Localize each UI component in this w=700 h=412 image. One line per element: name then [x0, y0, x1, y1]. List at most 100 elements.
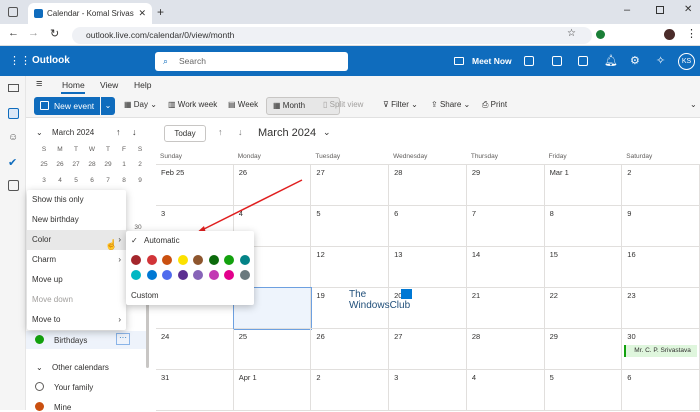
color-swatch[interactable]: [177, 255, 188, 265]
mine-label[interactable]: Mine: [54, 403, 71, 412]
new-tab-button[interactable]: +: [157, 5, 164, 19]
mini-day[interactable]: 7: [102, 177, 114, 184]
people-icon[interactable]: ☺: [8, 132, 18, 143]
minimize-icon[interactable]: –: [624, 4, 630, 16]
ribbon-toolbar: New event ⌄ ▦ Day ⌄ ▥ Work week ▤ Week ▦…: [26, 94, 700, 118]
chevron-right-icon: ›: [118, 255, 121, 264]
mail-icon[interactable]: [8, 84, 19, 92]
mini-day[interactable]: 2: [134, 161, 146, 168]
meet-now-button[interactable]: Meet Now: [472, 56, 512, 66]
print-button[interactable]: ⎙ Print: [482, 100, 507, 110]
new-event-dropdown[interactable]: ⌄: [101, 97, 115, 115]
meet-now-icon[interactable]: [454, 57, 464, 65]
your-family-label[interactable]: Your family: [54, 383, 93, 392]
calendar-icon[interactable]: [8, 108, 19, 119]
color-swatch[interactable]: [177, 270, 188, 280]
profile-icon[interactable]: [664, 29, 675, 40]
share-button[interactable]: ⇪ Share ⌄: [431, 100, 470, 109]
day-button[interactable]: ▦ Day ⌄: [124, 100, 157, 109]
your-family-checkbox[interactable]: [35, 382, 44, 391]
bell-icon[interactable]: 🔔︎: [604, 54, 618, 67]
filter-label: Filter: [391, 100, 409, 109]
collapse-other-icon[interactable]: ⌄: [36, 363, 43, 372]
teams-icon[interactable]: [524, 56, 534, 66]
menu-item-charm[interactable]: Charm ›: [27, 250, 126, 270]
more-options-icon[interactable]: ···: [116, 333, 130, 345]
color-swatch[interactable]: [239, 255, 250, 265]
brand-label[interactable]: Outlook: [32, 55, 70, 66]
split-view-label: Split view: [329, 100, 364, 109]
browser-menu-icon[interactable]: ⋮: [686, 27, 697, 40]
browser-tab[interactable]: Calendar - Komal Srivastava - O ✕: [28, 3, 152, 24]
color-swatch[interactable]: [193, 255, 203, 265]
color-swatch[interactable]: [193, 270, 203, 280]
color-swatch[interactable]: [239, 270, 250, 280]
forward-icon[interactable]: →: [28, 27, 39, 39]
menu-item-show-this-only[interactable]: Show this only: [27, 190, 126, 210]
mini-day[interactable]: 30: [128, 224, 148, 231]
close-window-icon[interactable]: ✕: [684, 4, 692, 15]
chevron-right-icon: ›: [118, 315, 121, 324]
work-week-button[interactable]: ▥ Work week: [168, 100, 217, 109]
menu-item-move-up[interactable]: Move up: [27, 270, 126, 290]
collapse-month-icon[interactable]: ⌄: [36, 128, 43, 137]
mini-day[interactable]: 5: [70, 177, 82, 184]
star-icon[interactable]: ☆: [567, 28, 576, 39]
tab-help[interactable]: Help: [134, 80, 151, 90]
hamburger-icon[interactable]: ≡: [36, 78, 42, 90]
mini-day[interactable]: 3: [38, 177, 50, 184]
outlook-header: ⋮⋮ Outlook Search ⌕ Meet Now 🔔︎ ⚙ ✧ KS: [0, 46, 700, 76]
word-icon[interactable]: [552, 56, 562, 66]
search-input[interactable]: Search: [155, 52, 348, 71]
lightbulb-icon[interactable]: ✧: [656, 54, 665, 67]
extension-icon[interactable]: [596, 30, 605, 39]
color-swatch[interactable]: [162, 270, 172, 280]
avatar[interactable]: KS: [678, 53, 695, 70]
mini-next-icon[interactable]: ↓: [132, 127, 137, 137]
mini-calendar-title[interactable]: March 2024: [52, 128, 94, 137]
color-swatch[interactable]: [146, 255, 157, 265]
color-swatch[interactable]: [162, 255, 172, 265]
refresh-icon[interactable]: ↻: [50, 27, 59, 40]
tab-overview-icon[interactable]: [8, 7, 18, 17]
color-swatch[interactable]: [208, 270, 219, 280]
menu-item-new-birthday[interactable]: New birthday: [27, 210, 126, 230]
mini-day[interactable]: 29: [102, 161, 114, 168]
color-swatch[interactable]: [146, 270, 157, 280]
app-launcher-icon[interactable]: ⋮⋮: [9, 54, 31, 67]
mini-day[interactable]: 28: [86, 161, 98, 168]
ribbon-expand-icon[interactable]: ⌄: [690, 100, 697, 109]
color-swatch[interactable]: [224, 255, 234, 265]
color-swatch[interactable]: [131, 270, 141, 280]
ribbon-tabs: ≡ Home View Help: [26, 76, 700, 94]
color-swatch[interactable]: [131, 255, 141, 265]
scrollbar[interactable]: [146, 298, 149, 368]
mini-day[interactable]: 26: [54, 161, 66, 168]
mini-day[interactable]: 6: [86, 177, 98, 184]
gear-icon[interactable]: ⚙: [630, 54, 640, 67]
search-icon: ⌕: [163, 56, 169, 66]
tab-view[interactable]: View: [100, 80, 118, 90]
url-field[interactable]: outlook.live.com/calendar/0/view/month: [72, 27, 592, 44]
maximize-icon[interactable]: [656, 6, 664, 14]
apps-icon[interactable]: [8, 180, 19, 191]
back-icon[interactable]: ←: [8, 27, 19, 39]
menu-item-move-to[interactable]: Move to ›: [27, 310, 126, 330]
todo-check-icon[interactable]: ✔: [8, 156, 17, 169]
mini-day[interactable]: 25: [38, 161, 50, 168]
mini-day[interactable]: 9: [134, 177, 146, 184]
other-calendars-heading[interactable]: Other calendars: [52, 363, 109, 372]
color-swatch[interactable]: [208, 255, 219, 265]
close-tab-icon[interactable]: ✕: [138, 8, 146, 19]
mini-day[interactable]: 1: [118, 161, 130, 168]
mini-day[interactable]: 27: [70, 161, 82, 168]
mini-day[interactable]: 4: [54, 177, 66, 184]
color-swatch[interactable]: [224, 270, 234, 280]
tab-home[interactable]: Home: [62, 80, 85, 90]
mini-day[interactable]: 8: [118, 177, 130, 184]
week-button[interactable]: ▤ Week: [228, 100, 258, 109]
filter-button[interactable]: ⊽ Filter ⌄: [383, 100, 418, 109]
color-custom[interactable]: Custom: [131, 291, 159, 300]
todo-icon[interactable]: [578, 56, 588, 66]
mini-prev-icon[interactable]: ↑: [116, 127, 121, 137]
